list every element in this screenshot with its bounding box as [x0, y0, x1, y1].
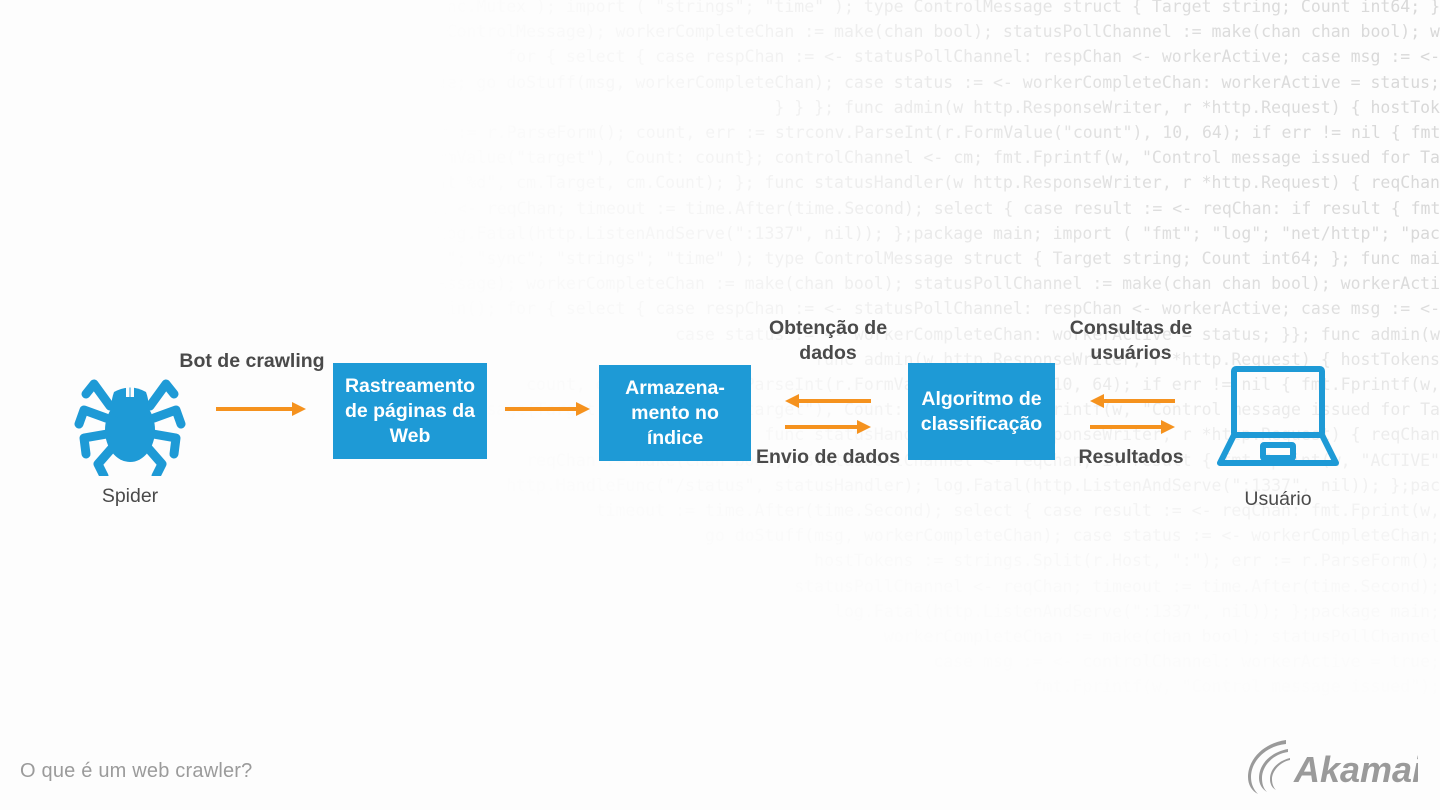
process-box-crawl[interactable]: Rastreamento de páginas da Web: [333, 363, 487, 459]
edge-label-consultas-de-usuarios: Consultas de usuários: [1069, 317, 1193, 364]
spider-icon: [74, 358, 186, 481]
code-line: "strconv"; "sync"; "strings"; "time" ); …: [367, 249, 1440, 269]
endpoint-label-spider: Spider: [101, 485, 159, 507]
arrow-rank-to-index: [785, 393, 871, 409]
code-line: Target %s, count %d", cm.Target, cm.Coun…: [297, 173, 1440, 193]
arrow-rank-to-user: [1090, 419, 1175, 435]
code-line: http.HandleFunc("/admin", admin); log.Fa…: [98, 223, 1440, 243]
code-line: for { select { case respChan := <- statu…: [506, 47, 1440, 67]
code-line: var ( mu sync.Mutex ); import ( "strings…: [337, 0, 1440, 16]
code-line: cm := ControlMessage{Target: r.FormValue…: [108, 148, 1440, 168]
code-line: } } }; func admin(w http.ResponseWriter,…: [774, 97, 1440, 117]
code-line: reqChan := make(chan bool); statusPollCh…: [0, 198, 1440, 218]
akamai-wordmark: Akamai: [1293, 749, 1418, 790]
edge-label-bot-de-crawling: Bot de crawling: [179, 350, 325, 372]
code-line: fmt.Fprintf(w, "Control message issued")…: [1032, 677, 1440, 697]
arrow-index-to-rank: [785, 419, 871, 435]
page-title: O que é um web crawler?: [20, 760, 253, 782]
code-line: hostTokens := strings.Split(r.Host, ":")…: [814, 551, 1440, 571]
code-line: controlChannel: workerActive = true; go …: [108, 72, 1440, 92]
code-line: statusPollChannel <- reqChan; timeout :=…: [794, 576, 1440, 596]
code-line: case msg := <- controlChannel: workerAct…: [933, 652, 1440, 672]
arrow-crawl-to-index: [505, 400, 590, 418]
code-line: go doStuff(msg, workerCompleteChan); cas…: [704, 526, 1440, 546]
arrow-spider-to-crawl: [216, 400, 306, 418]
edge-label-resultados: Resultados: [1078, 446, 1184, 468]
laptop-icon: [1216, 365, 1340, 473]
slide-canvas: var ( mu sync.Mutex ); import ( "strings…: [0, 0, 1440, 810]
code-line: hostTokens := strings.Split(r.Host, ":")…: [0, 123, 1440, 143]
endpoint-label-user: Usuário: [1244, 488, 1312, 510]
code-line: workerCompleteChan := make(chan bool); s…: [883, 627, 1440, 647]
code-line: log.Fatal(http.ListenAndServe(":1337", n…: [834, 601, 1440, 621]
arrow-user-to-rank: [1090, 393, 1175, 409]
code-line: controlChannel := make(chan ControlMessa…: [79, 274, 1440, 294]
code-line: func main() { controlChannel := make(cha…: [29, 22, 1440, 42]
code-line: case status := <- workerCompleteChan: wo…: [675, 324, 1440, 344]
akamai-logo: Akamai: [1242, 736, 1423, 798]
edge-label-obtencao-de-dados: Obtenção de dados: [768, 317, 888, 364]
code-line: workerActive := false; go admin(); for {…: [158, 299, 1440, 319]
edge-label-envio-de-dados: Envio de dados: [755, 446, 901, 468]
process-box-index[interactable]: Armazena- mento no índice: [599, 365, 751, 461]
process-box-rank[interactable]: Algoritmo de classificação: [908, 363, 1055, 460]
